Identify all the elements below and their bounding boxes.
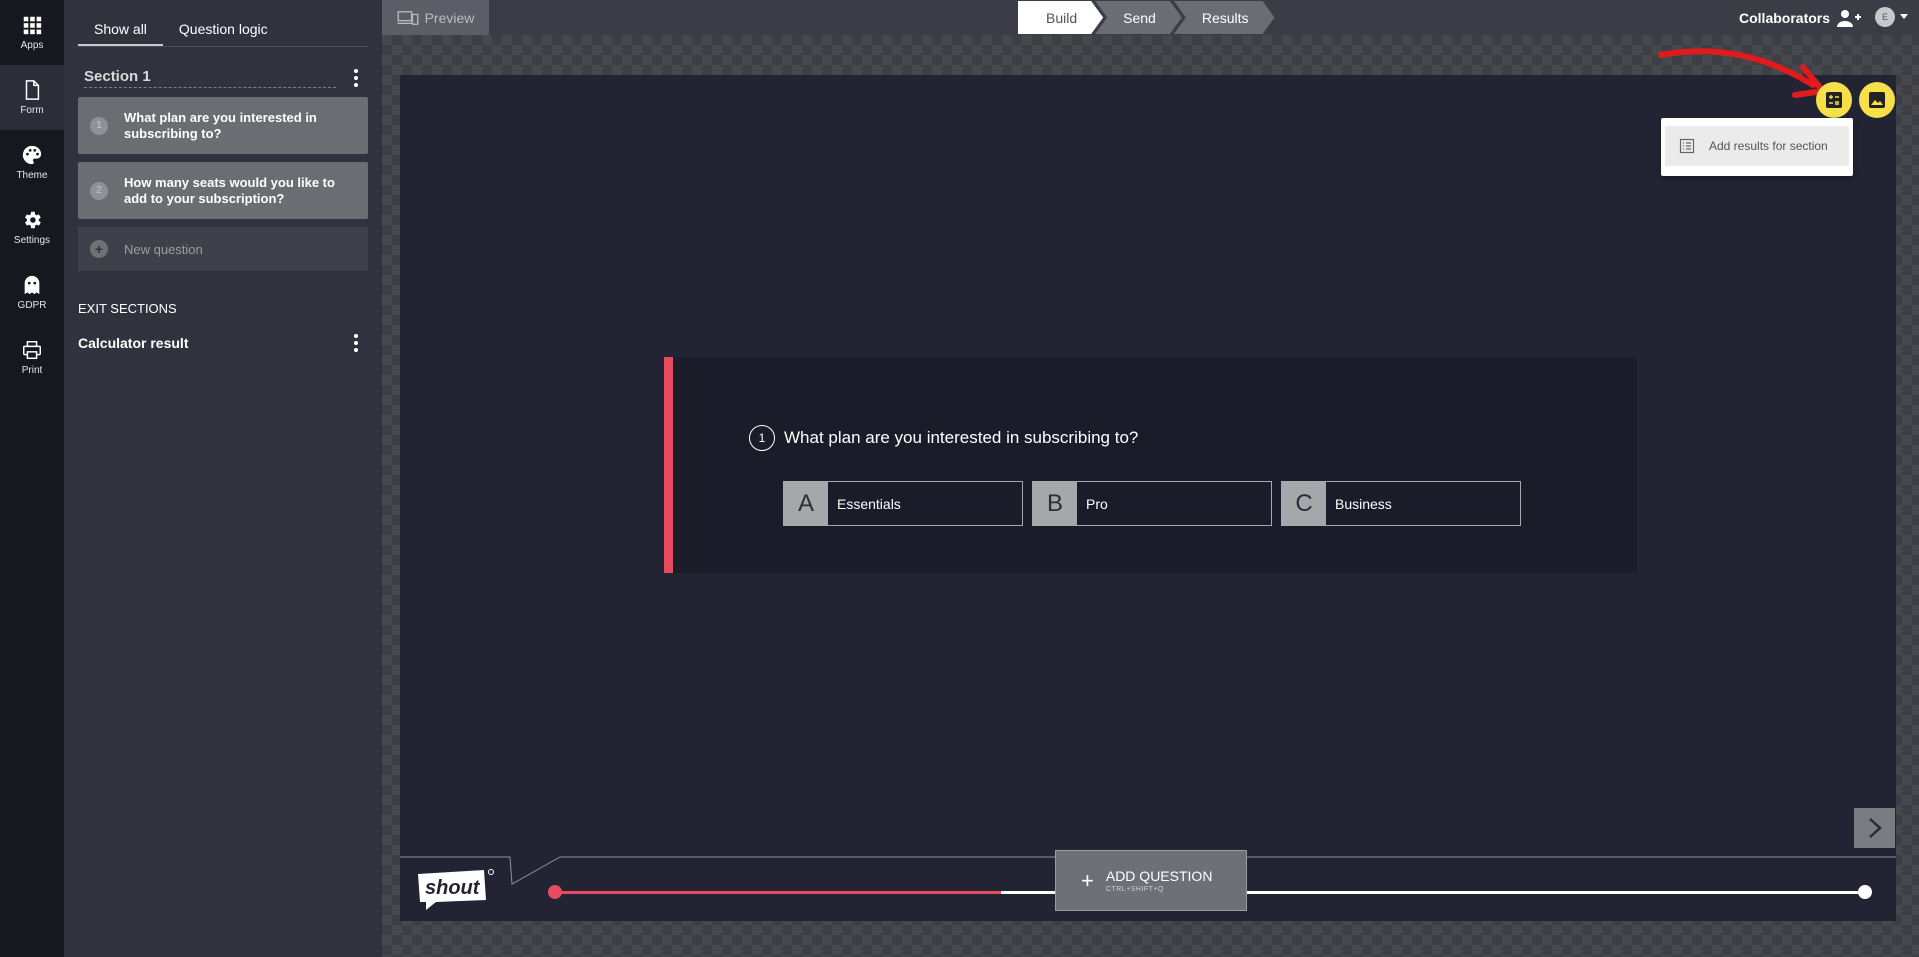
- rail-item-apps[interactable]: Apps: [0, 0, 64, 65]
- image-icon: [1869, 92, 1885, 108]
- choice-label: Pro: [1086, 495, 1108, 512]
- exit-section-menu-icon[interactable]: [344, 332, 368, 354]
- sidebar-tabs: Show all Question logic: [78, 14, 368, 47]
- collaborators-button[interactable]: Collaborators: [1739, 0, 1862, 35]
- choice-label: Business: [1335, 495, 1392, 512]
- annotation-arrow: [1658, 48, 1826, 98]
- preview-label: Preview: [424, 9, 475, 26]
- collaborators-label: Collaborators: [1739, 9, 1831, 26]
- choice-key: B: [1033, 482, 1077, 525]
- question-card-2[interactable]: 2 How many seats would you like to add t…: [78, 162, 368, 219]
- form-icon: [25, 80, 40, 100]
- choice-key: C: [1282, 482, 1326, 525]
- sidebar: Show all Question logic Section 1 1 What…: [64, 0, 382, 957]
- palette-icon: [22, 145, 42, 165]
- print-icon: [23, 341, 41, 359]
- add-question-shortcut: CTRL+SHIFT+Q: [1105, 886, 1164, 893]
- tab-question-logic[interactable]: Question logic: [163, 14, 284, 46]
- choice-label: Essentials: [837, 495, 901, 512]
- workflow-steps: Build Send Results: [1018, 0, 1267, 35]
- rail-item-form[interactable]: Form: [0, 65, 64, 130]
- question-text: What plan are you interested in subscrib…: [124, 109, 317, 141]
- exit-section-item[interactable]: Calculator result: [78, 332, 368, 354]
- rail-label: Theme: [16, 170, 48, 181]
- chevron-down-icon[interactable]: [1900, 14, 1908, 19]
- question-title[interactable]: What plan are you interested in subscrib…: [784, 428, 1138, 448]
- answer-choices: A Essentials B Pro C Business: [783, 481, 1521, 526]
- question-accent-bar: [664, 357, 673, 573]
- ghost-icon: [24, 275, 40, 295]
- choice-c[interactable]: C Business: [1281, 481, 1521, 526]
- question-number-badge: 1: [749, 425, 775, 451]
- menu-item-label: Add results for section: [1709, 139, 1828, 153]
- calculator-icon: [1826, 92, 1842, 108]
- image-button[interactable]: [1859, 82, 1895, 118]
- new-question-label: New question: [124, 241, 203, 257]
- step-build[interactable]: Build: [1018, 1, 1103, 34]
- question-number: 2: [90, 181, 108, 200]
- progress-start-dot: [548, 885, 562, 899]
- rail-label: GDPR: [17, 300, 47, 311]
- add-question-label: ADD QUESTION: [1105, 868, 1213, 884]
- step-send[interactable]: Send: [1095, 1, 1182, 34]
- add-person-icon: [1837, 9, 1862, 27]
- next-button[interactable]: [1854, 808, 1895, 848]
- section-title[interactable]: Section 1: [84, 68, 336, 88]
- top-bar: Preview Build Send Results Collaborators…: [382, 0, 1919, 35]
- list-icon: [1679, 138, 1695, 154]
- question-heading: 1 What plan are you interested in subscr…: [749, 425, 1138, 451]
- section-menu-icon[interactable]: [344, 67, 368, 89]
- rail-label: Settings: [13, 235, 51, 246]
- choice-a[interactable]: A Essentials: [783, 481, 1023, 526]
- user-avatar[interactable]: E: [1875, 7, 1895, 27]
- calculator-button[interactable]: [1816, 82, 1852, 118]
- question-block: 1 What plan are you interested in subscr…: [664, 357, 1637, 573]
- preview-button[interactable]: Preview: [382, 0, 489, 35]
- add-question-text: ADD QUESTION CTRL+SHIFT+Q: [1106, 868, 1213, 893]
- app-rail: Apps Form Theme Settings GDPR Print: [0, 0, 64, 957]
- add-question-button[interactable]: + ADD QUESTION CTRL+SHIFT+Q: [1055, 850, 1247, 911]
- choice-b[interactable]: B Pro: [1032, 481, 1272, 526]
- plus-icon: +: [90, 240, 108, 258]
- rail-label: Apps: [20, 40, 44, 51]
- devices-icon: [396, 10, 419, 25]
- rail-label: Print: [21, 365, 43, 376]
- apps-icon: [23, 16, 42, 35]
- rail-item-print[interactable]: Print: [0, 325, 64, 390]
- add-results-for-section-item[interactable]: Add results for section: [1665, 126, 1849, 166]
- results-dropdown-menu: Add results for section: [1661, 118, 1853, 176]
- shout-logo: shout: [418, 869, 494, 910]
- logo-text: shout: [425, 877, 481, 899]
- rail-item-theme[interactable]: Theme: [0, 130, 64, 195]
- progress-fill: [555, 891, 1001, 894]
- question-number: 1: [90, 116, 108, 135]
- tab-show-all[interactable]: Show all: [78, 14, 163, 46]
- choice-key: A: [784, 482, 828, 525]
- step-results[interactable]: Results: [1174, 1, 1275, 34]
- progress-end-dot: [1858, 885, 1872, 899]
- exit-sections-label: EXIT SECTIONS: [78, 301, 177, 316]
- question-card-1[interactable]: 1 What plan are you interested in subscr…: [78, 97, 368, 154]
- exit-section-title: Calculator result: [78, 335, 189, 351]
- gear-icon: [25, 211, 41, 229]
- new-question-button[interactable]: + New question: [78, 227, 368, 271]
- rail-item-settings[interactable]: Settings: [0, 195, 64, 260]
- question-text: How many seats would you like to add to …: [124, 174, 335, 206]
- chevron-right-icon: [1868, 818, 1882, 838]
- rail-item-gdpr[interactable]: GDPR: [0, 260, 64, 325]
- rail-label: Form: [20, 105, 44, 116]
- plus-icon: +: [1081, 867, 1094, 893]
- section-header: Section 1: [84, 67, 368, 89]
